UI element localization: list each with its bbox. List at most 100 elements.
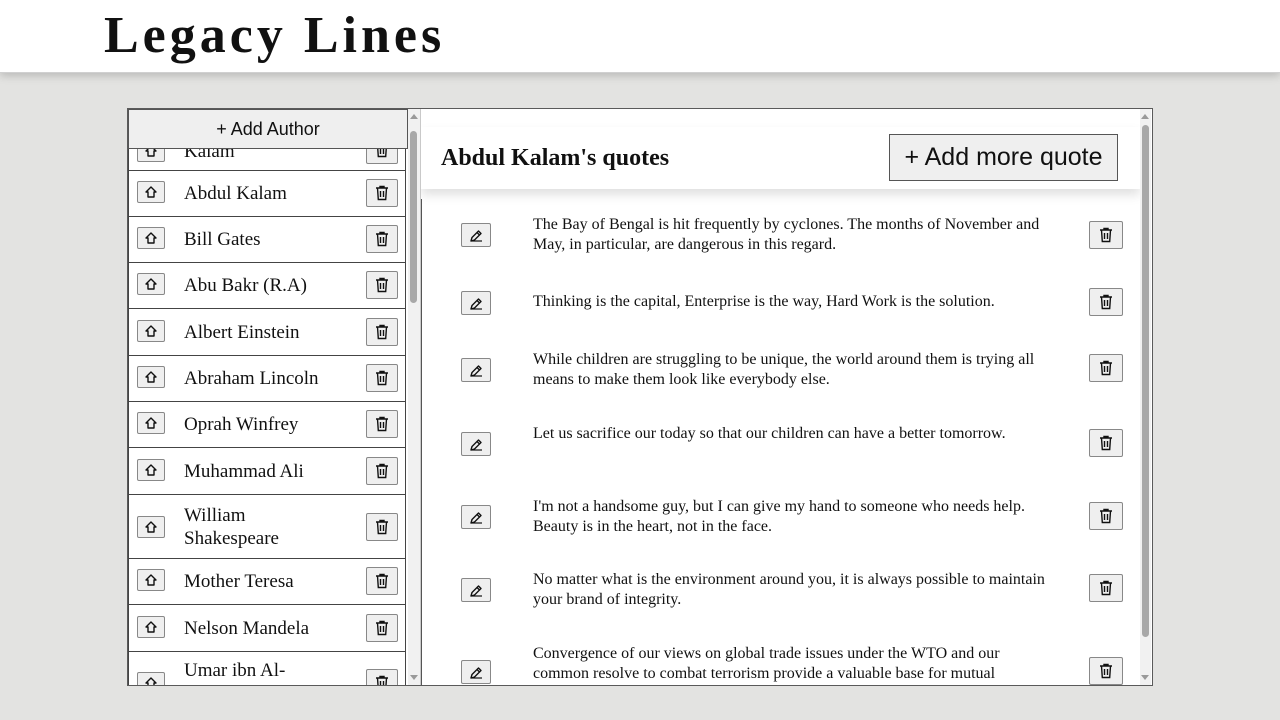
author-name: Mother Teresa — [184, 571, 294, 592]
pencil-edit-icon — [469, 510, 484, 525]
trash-icon — [375, 675, 389, 685]
trash-icon — [375, 185, 389, 201]
author-item[interactable]: Bill Gates — [128, 216, 406, 263]
delete-author-button[interactable] — [366, 364, 398, 392]
delete-author-button[interactable] — [366, 457, 398, 485]
trash-icon — [375, 573, 389, 589]
author-list-scrollbar[interactable] — [408, 109, 421, 685]
author-item[interactable]: Abraham Lincoln — [128, 355, 406, 402]
delete-quote-button[interactable] — [1089, 502, 1123, 530]
select-author-button[interactable] — [137, 320, 165, 342]
home-arrow-icon — [144, 620, 158, 634]
quotes-panel: Abdul Kalam's quotes + Add more quote Th… — [421, 109, 1140, 685]
author-name: Abu Bakr (R.A) — [184, 275, 307, 296]
delete-author-button[interactable] — [366, 513, 398, 541]
pencil-edit-icon — [469, 583, 484, 598]
select-author-button[interactable] — [137, 181, 165, 203]
quote-text: While children are struggling to be uniq… — [533, 351, 1035, 388]
pencil-edit-icon — [469, 437, 484, 452]
select-author-button[interactable] — [137, 366, 165, 388]
trash-icon — [1099, 508, 1113, 524]
edit-quote-button[interactable] — [461, 505, 491, 529]
edit-quote-button[interactable] — [461, 291, 491, 315]
quote-item: Thinking is the capital, Enterprise is t… — [421, 288, 1140, 316]
author-item[interactable]: Muhammad Ali — [128, 447, 406, 495]
delete-quote-button[interactable] — [1089, 354, 1123, 382]
delete-author-button[interactable] — [366, 225, 398, 253]
select-author-button[interactable] — [137, 227, 165, 249]
trash-icon — [375, 324, 389, 340]
author-name: Abdul Kalam — [184, 183, 287, 204]
home-arrow-icon — [144, 573, 158, 587]
trash-icon — [375, 519, 389, 535]
scroll-up-arrow-icon[interactable] — [1141, 114, 1149, 119]
author-name: Albert Einstein — [184, 322, 300, 343]
author-name: Umar ibn Al-Khattab — [184, 660, 286, 685]
home-arrow-icon — [144, 277, 158, 291]
trash-icon — [375, 620, 389, 636]
select-author-button[interactable] — [137, 516, 165, 538]
scroll-down-arrow-icon[interactable] — [410, 675, 418, 680]
trash-icon — [1099, 580, 1113, 596]
quote-item: I'm not a handsome guy, but I can give m… — [421, 497, 1140, 541]
select-author-button[interactable] — [137, 273, 165, 295]
trash-icon — [1099, 663, 1113, 679]
home-arrow-icon — [144, 324, 158, 338]
select-author-button[interactable] — [137, 616, 165, 638]
edit-quote-button[interactable] — [461, 432, 491, 456]
author-item[interactable]: Oprah Winfrey — [128, 401, 406, 448]
pencil-edit-icon — [469, 665, 484, 680]
trash-icon — [1099, 360, 1113, 376]
author-name: Oprah Winfrey — [184, 414, 299, 435]
select-author-button[interactable] — [137, 672, 165, 685]
quote-text: No matter what is the environment around… — [533, 571, 1045, 608]
add-quote-button[interactable]: + Add more quote — [889, 134, 1118, 181]
trash-icon — [375, 277, 389, 293]
delete-author-button[interactable] — [366, 669, 398, 685]
home-arrow-icon — [144, 520, 158, 534]
quote-item: The Bay of Bengal is hit frequently by c… — [421, 215, 1140, 259]
delete-author-button[interactable] — [366, 567, 398, 595]
author-item[interactable]: Abu Bakr (R.A) — [128, 262, 406, 309]
delete-author-button[interactable] — [366, 410, 398, 438]
quote-text: Convergence of our views on global trade… — [533, 645, 1000, 682]
delete-quote-button[interactable] — [1089, 574, 1123, 602]
delete-quote-button[interactable] — [1089, 429, 1123, 457]
delete-quote-button[interactable] — [1089, 221, 1123, 249]
home-arrow-icon — [144, 676, 158, 685]
scrollbar-thumb[interactable] — [410, 131, 417, 303]
edit-quote-button[interactable] — [461, 358, 491, 382]
author-name: Nelson Mandela — [184, 618, 310, 639]
select-author-button[interactable] — [137, 459, 165, 481]
author-item[interactable]: Nelson Mandela — [128, 604, 406, 652]
author-item[interactable]: Umar ibn Al-Khattab — [128, 651, 406, 685]
quote-item: While children are struggling to be uniq… — [421, 350, 1140, 394]
author-item[interactable]: Albert Einstein — [128, 308, 406, 356]
edit-quote-button[interactable] — [461, 223, 491, 247]
home-arrow-icon — [144, 463, 158, 477]
delete-author-button[interactable] — [366, 271, 398, 299]
quotes-scrollbar[interactable] — [1140, 109, 1151, 685]
quote-text: Let us sacrifice our today so that our c… — [533, 425, 1006, 442]
author-item[interactable]: William Shakespeare — [128, 494, 406, 559]
author-item[interactable]: Mother Teresa — [128, 558, 406, 605]
author-item[interactable]: Abdul Kalam — [128, 170, 406, 217]
delete-author-button[interactable] — [366, 318, 398, 346]
pencil-edit-icon — [469, 296, 484, 311]
scrollbar-thumb[interactable] — [1142, 125, 1149, 637]
author-sidebar: Kalam Abdul Kalam Bill Gates Abu Bakr (R… — [128, 109, 408, 685]
delete-author-button[interactable] — [366, 614, 398, 642]
trash-icon — [1099, 435, 1113, 451]
delete-quote-button[interactable] — [1089, 288, 1123, 316]
edit-quote-button[interactable] — [461, 578, 491, 602]
trash-icon — [1099, 294, 1113, 310]
scroll-up-arrow-icon[interactable] — [410, 114, 418, 119]
select-author-button[interactable] — [137, 412, 165, 434]
app-title: Legacy Lines — [104, 7, 446, 64]
delete-quote-button[interactable] — [1089, 657, 1123, 685]
delete-author-button[interactable] — [366, 179, 398, 207]
scroll-down-arrow-icon[interactable] — [1141, 675, 1149, 680]
select-author-button[interactable] — [137, 569, 165, 591]
add-author-button[interactable]: + Add Author — [128, 109, 408, 149]
edit-quote-button[interactable] — [461, 660, 491, 684]
